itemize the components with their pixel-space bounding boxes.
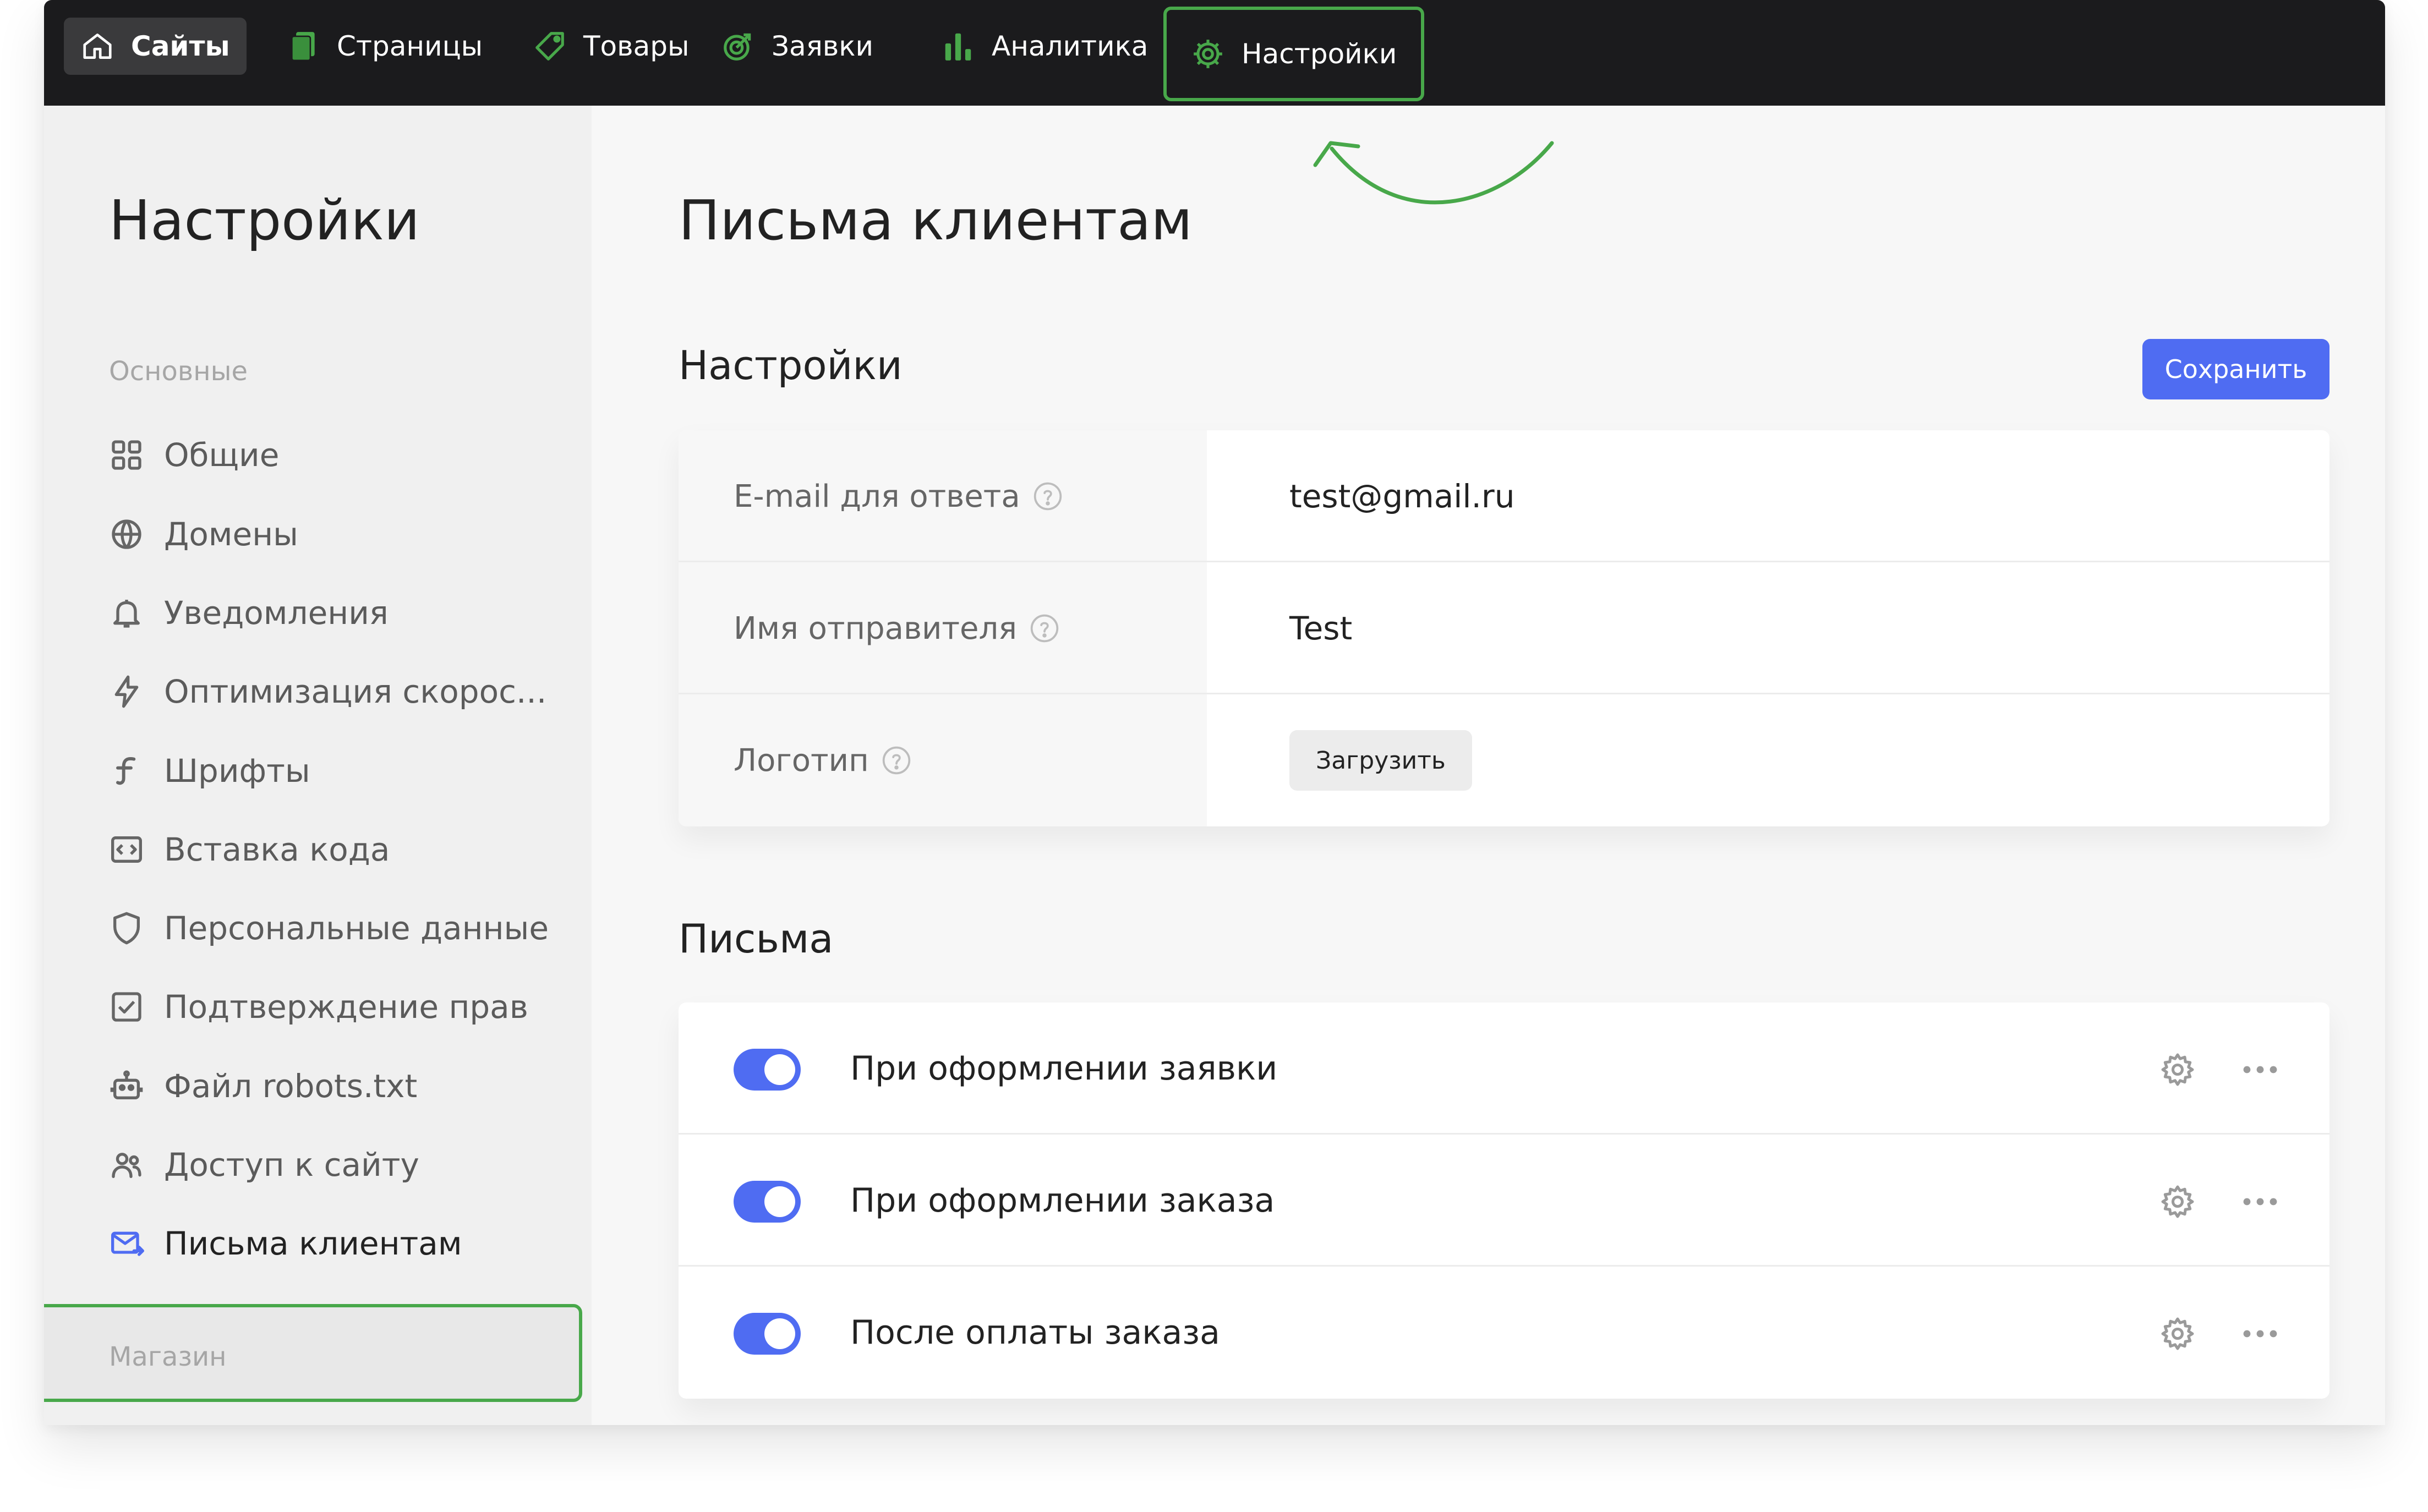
- field-label-text: E-mail для ответа: [734, 478, 1020, 514]
- group-label-shop: Магазин: [109, 1341, 227, 1372]
- sidebar-item-code[interactable]: Вставка кода: [109, 819, 390, 880]
- toggle-knob: [764, 1318, 795, 1349]
- help-icon[interactable]: [1032, 481, 1063, 512]
- sidebar-item-label: Оптимизация скорос...: [164, 673, 547, 710]
- checkbox-icon: [109, 989, 144, 1025]
- toggle-knob: [764, 1186, 795, 1217]
- more-options-icon[interactable]: [2240, 1051, 2280, 1088]
- robot-icon: [109, 1069, 144, 1104]
- sidebar-item-personal-data[interactable]: Персональные данные: [109, 898, 549, 958]
- sidebar-item-verification[interactable]: Подтверждение прав: [109, 977, 528, 1037]
- tag-icon: [533, 29, 567, 63]
- sidebar-item-domains[interactable]: Домены: [109, 504, 298, 565]
- bell-icon: [109, 595, 144, 631]
- letter-toggle[interactable]: [734, 1181, 801, 1223]
- sidebar-item-robots[interactable]: Файл robots.txt: [109, 1056, 417, 1116]
- globe-icon: [109, 517, 144, 552]
- sidebar-item-label: Письма клиентам: [164, 1225, 462, 1262]
- home-icon: [80, 29, 114, 63]
- save-button[interactable]: Сохранить: [2142, 339, 2329, 399]
- font-icon: [109, 753, 144, 788]
- settings-section-title: Настройки: [679, 342, 903, 388]
- letter-toggle[interactable]: [734, 1049, 801, 1091]
- letter-row: При оформлении заказа: [679, 1135, 2329, 1267]
- sidebar-item-label: Файл robots.txt: [164, 1067, 418, 1105]
- shield-icon: [109, 911, 144, 946]
- nav-orders-label: Заявки: [772, 30, 873, 62]
- sidebar-item-access[interactable]: Доступ к сайту: [109, 1135, 419, 1195]
- toggle-knob: [764, 1054, 795, 1085]
- bar-chart-icon: [941, 29, 975, 63]
- letter-title: При оформлении заказа: [850, 1181, 1275, 1220]
- sidebar-item-label: Вставка кода: [164, 831, 390, 868]
- sidebar-item-label: Общие: [164, 436, 280, 474]
- sidebar-item-notifications[interactable]: Уведомления: [109, 583, 389, 643]
- nav-sites[interactable]: Сайты: [64, 18, 247, 75]
- page-title: Письма клиентам: [679, 188, 1193, 253]
- letter-row: После оплаты заказа: [679, 1267, 2329, 1399]
- group-label-main: Основные: [109, 356, 248, 387]
- grid-icon: [109, 437, 144, 473]
- target-icon: [721, 29, 755, 63]
- settings-sidebar: Настройки Основные Общие Домены Уведомле…: [44, 106, 592, 1425]
- sidebar-item-customer-emails[interactable]: Письма клиентам: [109, 1213, 462, 1274]
- letters-card: При оформлении заявки При оформлении зак…: [679, 1002, 2329, 1399]
- nav-pages-label: Страницы: [337, 30, 483, 62]
- nav-orders[interactable]: Заявки: [721, 18, 873, 75]
- sidebar-item-label: Шрифты: [164, 752, 310, 790]
- help-icon[interactable]: [881, 745, 912, 776]
- sidebar-item-speed[interactable]: Оптимизация скорос...: [109, 661, 546, 722]
- sidebar-title: Настройки: [109, 188, 420, 253]
- help-icon[interactable]: [1029, 613, 1060, 644]
- nav-products[interactable]: Товары: [533, 18, 689, 75]
- letter-title: После оплаты заказа: [850, 1313, 1220, 1352]
- nav-analytics-label: Аналитика: [992, 30, 1149, 62]
- code-icon: [109, 832, 144, 867]
- main-content: Письма клиентам Настройки Сохранить E-ma…: [592, 106, 2385, 1425]
- top-navigation: Сайты Страницы Товары Заявки Аналитика Н…: [44, 0, 2385, 106]
- mail-icon: [109, 1226, 144, 1261]
- sidebar-item-label: Уведомления: [164, 594, 389, 632]
- letter-title: При оформлении заявки: [850, 1049, 1278, 1088]
- more-options-icon[interactable]: [2240, 1183, 2280, 1220]
- sidebar-item-general[interactable]: Общие: [109, 425, 279, 485]
- gear-icon[interactable]: [2159, 1183, 2196, 1220]
- sidebar-item-label: Персональные данные: [164, 910, 549, 947]
- nav-settings[interactable]: Настройки: [1163, 7, 1425, 101]
- field-label-text: Логотип: [734, 742, 869, 779]
- field-row-logo: Логотип Загрузить: [679, 694, 2329, 826]
- sidebar-item-label: Домены: [164, 516, 298, 553]
- gear-icon: [1191, 37, 1225, 71]
- field-label: E-mail для ответа: [679, 430, 1207, 562]
- letter-toggle[interactable]: [734, 1313, 801, 1355]
- more-options-icon[interactable]: [2240, 1315, 2280, 1352]
- field-row-sender-name: Имя отправителя Test: [679, 562, 2329, 694]
- users-icon: [109, 1147, 144, 1182]
- field-row-reply-email: E-mail для ответа test@gmail.ru: [679, 430, 2329, 562]
- lightning-icon: [109, 674, 144, 709]
- reply-email-value[interactable]: test@gmail.ru: [1289, 430, 1515, 562]
- letter-row: При оформлении заявки: [679, 1002, 2329, 1135]
- upload-logo-button[interactable]: Загрузить: [1289, 730, 1472, 791]
- app-window: Сайты Страницы Товары Заявки Аналитика Н…: [44, 0, 2385, 1425]
- sidebar-item-label: Доступ к сайту: [164, 1146, 419, 1184]
- nav-pages[interactable]: Страницы: [286, 18, 483, 75]
- letters-section-title: Письма: [679, 916, 834, 962]
- nav-sites-label: Сайты: [131, 30, 230, 62]
- sender-name-value[interactable]: Test: [1289, 562, 1352, 694]
- sidebar-item-fonts[interactable]: Шрифты: [109, 741, 310, 801]
- nav-settings-label: Настройки: [1242, 38, 1397, 70]
- nav-products-label: Товары: [583, 30, 690, 62]
- gear-icon[interactable]: [2159, 1315, 2196, 1352]
- logo-value: Загрузить: [1289, 694, 1472, 826]
- sidebar-item-label: Подтверждение прав: [164, 988, 528, 1026]
- field-label: Имя отправителя: [679, 562, 1207, 694]
- settings-card: E-mail для ответа test@gmail.ru Имя отпр…: [679, 430, 2329, 826]
- pages-icon: [286, 29, 320, 63]
- field-label-text: Имя отправителя: [734, 610, 1017, 647]
- field-label: Логотип: [679, 694, 1207, 826]
- nav-analytics[interactable]: Аналитика: [941, 18, 1148, 75]
- gear-icon[interactable]: [2159, 1051, 2196, 1088]
